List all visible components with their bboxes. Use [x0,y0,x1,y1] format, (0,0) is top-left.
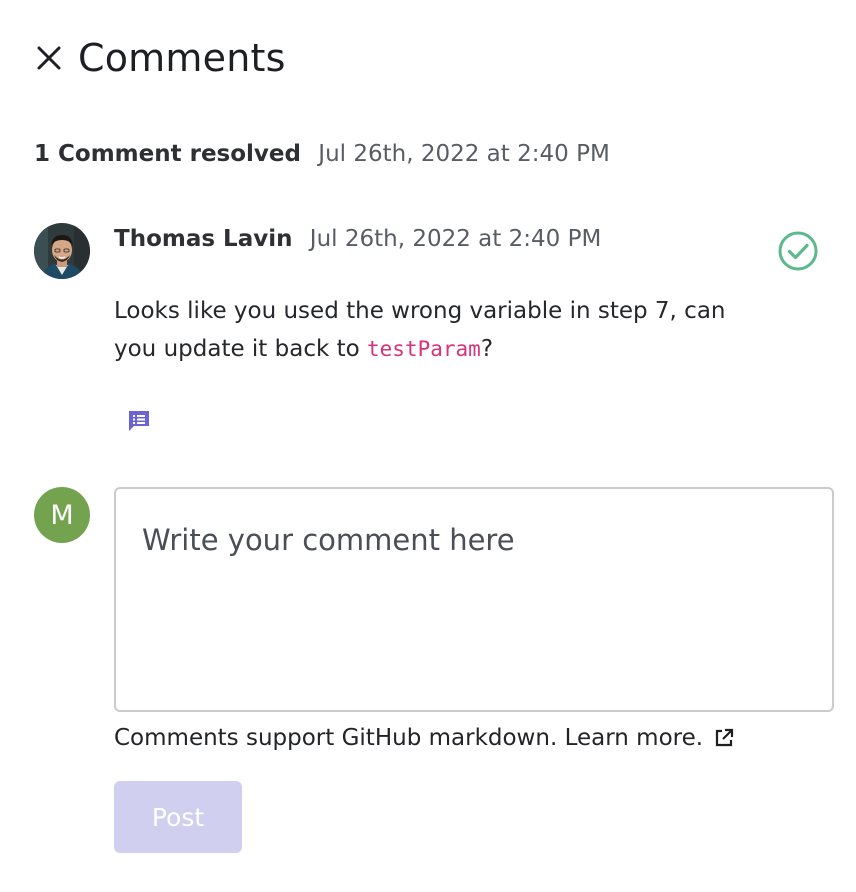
post-button[interactable]: Post [114,781,242,853]
comment-header: Thomas Lavin Jul 26th, 2022 at 2:40 PM [114,226,601,252]
comments-panel: Comments 1 Comment resolved Jul 26th, 20… [0,0,856,892]
panel-header: Comments [34,30,286,86]
comment-input[interactable] [114,487,834,712]
page-title: Comments [78,36,286,80]
comment-timestamp: Jul 26th, 2022 at 2:40 PM [309,226,602,252]
avatar-photo-image [34,223,90,279]
external-link-icon[interactable] [713,727,735,749]
comment-text-end: ? [480,336,494,362]
author-avatar [34,223,90,279]
comment-body: Looks like you used the wrong variable i… [114,292,774,368]
check-circle-icon [778,231,818,271]
author-name: Thomas Lavin [114,226,293,252]
markdown-help: Comments support GitHub markdown. Learn … [114,725,735,751]
resolved-timestamp: Jul 26th, 2022 at 2:40 PM [318,141,610,167]
close-button[interactable] [34,43,64,73]
resolve-toggle-button[interactable] [777,230,819,272]
current-user-avatar: M [34,487,90,543]
close-icon [37,46,61,70]
comment-thread-icon [129,411,149,431]
markdown-help-text[interactable]: Comments support GitHub markdown. Learn … [114,725,703,751]
resolved-summary: 1 Comment resolved Jul 26th, 2022 at 2:4… [34,141,610,167]
inline-code: testParam [367,337,481,361]
resolved-count-label: 1 Comment resolved [34,141,301,167]
reply-thread-button[interactable] [126,408,152,434]
